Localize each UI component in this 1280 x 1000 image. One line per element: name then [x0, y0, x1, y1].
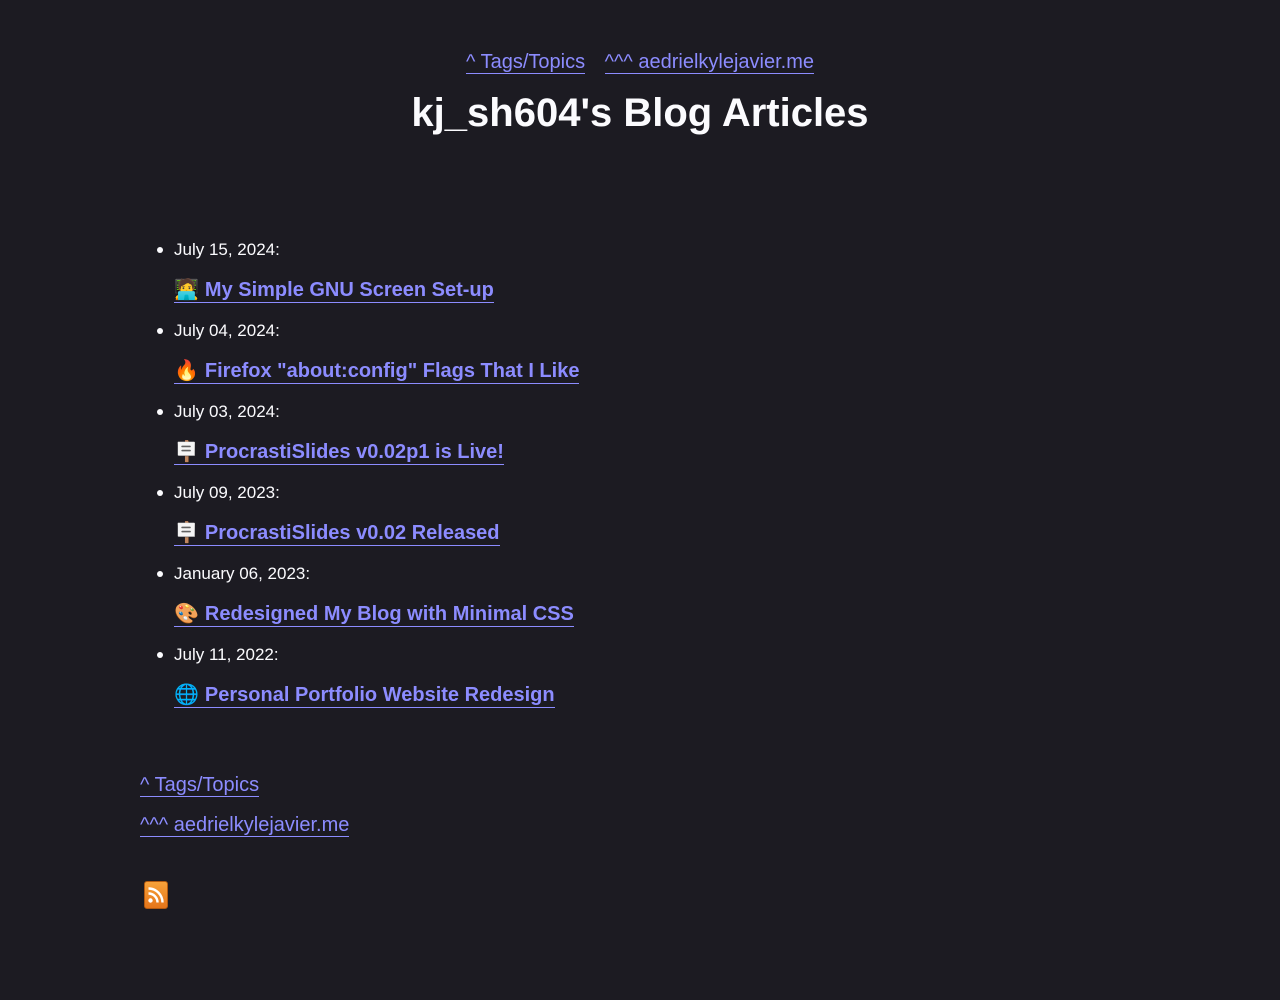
list-item: July 15, 2024: 🧑‍💻 My Simple GNU Screen S… — [157, 238, 1140, 304]
article-list: July 15, 2024: 🧑‍💻 My Simple GNU Screen S… — [140, 238, 1140, 709]
list-item: July 03, 2024: 🪧 ProcrastiSlides v0.02p1 … — [157, 400, 1140, 466]
article-emoji-icon: 🎨 — [174, 603, 199, 625]
rss-feed-icon[interactable] — [144, 881, 168, 909]
article-title: Firefox "about:config" Flags That I Like — [204, 360, 580, 382]
page-title: kj_sh604's Blog Articles — [411, 91, 869, 135]
article-date: July 04, 2024: — [174, 321, 280, 340]
article-title: ProcrastiSlides v0.02p1 is Live! — [204, 441, 504, 463]
article-date: July 11, 2022: — [174, 645, 279, 664]
bottom-nav: ^ Tags/Topics ^^^ aedrielkylejavier.me — [140, 771, 1140, 839]
article-link[interactable]: 🪧 ProcrastiSlides v0.02 Released — [174, 522, 500, 546]
article-date: January 06, 2023: — [174, 564, 311, 583]
bullet-icon — [157, 328, 163, 334]
list-item: July 11, 2022: 🌐 Personal Portfolio Websi… — [157, 643, 1140, 709]
article-title: ProcrastiSlides v0.02 Released — [204, 522, 500, 544]
bullet-icon — [157, 571, 163, 577]
bullet-icon — [157, 409, 163, 415]
article-title: Personal Portfolio Website Redesign — [204, 684, 555, 706]
page: ^ Tags/Topics ^^^ aedrielkylejavier.me k… — [140, 0, 1140, 914]
rss-glyph-icon — [148, 887, 164, 903]
list-item: January 06, 2023: 🎨 Redesigned My Blog wi… — [157, 562, 1140, 628]
tags-topics-link[interactable]: ^ Tags/Topics — [466, 51, 586, 74]
bullet-icon — [157, 652, 163, 658]
top-nav: ^ Tags/Topics ^^^ aedrielkylejavier.me — [140, 48, 1140, 76]
article-date: July 15, 2024: — [174, 240, 280, 259]
article-emoji-icon: 🔥 — [174, 360, 199, 382]
article-link[interactable]: 🪧 ProcrastiSlides v0.02p1 is Live! — [174, 441, 504, 465]
article-emoji-icon: 🪧 — [174, 522, 199, 544]
article-date: July 03, 2024: — [174, 402, 280, 421]
footer-tags-topics-link[interactable]: ^ Tags/Topics — [140, 774, 260, 797]
bullet-icon — [157, 247, 163, 253]
article-link[interactable]: 🧑‍💻 My Simple GNU Screen Set-up — [174, 279, 494, 303]
list-item: July 09, 2023: 🪧 ProcrastiSlides v0.02 Re… — [157, 481, 1140, 547]
list-item: July 04, 2024: 🔥 Firefox "about:config" F… — [157, 319, 1140, 385]
article-emoji-icon: 🧑‍💻 — [174, 279, 199, 301]
home-site-link[interactable]: ^^^ aedrielkylejavier.me — [604, 51, 814, 74]
article-title: Redesigned My Blog with Minimal CSS — [204, 603, 574, 625]
bullet-icon — [157, 490, 163, 496]
footer-home-site-link[interactable]: ^^^ aedrielkylejavier.me — [140, 814, 350, 837]
article-emoji-icon: 🪧 — [174, 441, 199, 463]
article-link[interactable]: 🔥 Firefox "about:config" Flags That I Lik… — [174, 360, 580, 384]
article-emoji-icon: 🌐 — [174, 684, 199, 706]
article-date: July 09, 2023: — [174, 483, 280, 502]
article-title: My Simple GNU Screen Set-up — [204, 279, 494, 301]
article-link[interactable]: 🌐 Personal Portfolio Website Redesign — [174, 684, 555, 708]
article-link[interactable]: 🎨 Redesigned My Blog with Minimal CSS — [174, 603, 574, 627]
